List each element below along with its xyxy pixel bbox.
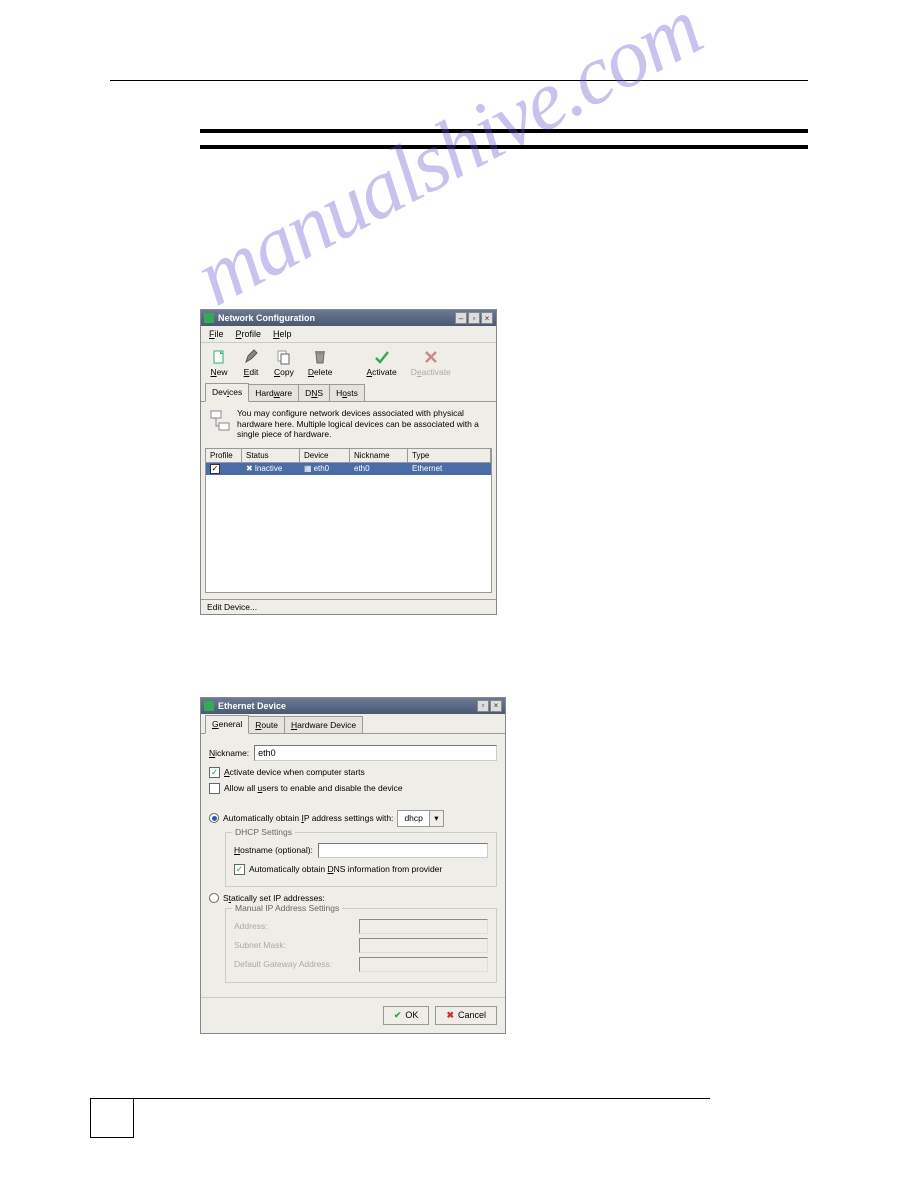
auto-ip-label: Automatically obtain IP address settings… xyxy=(223,813,393,823)
subnet-input xyxy=(359,938,488,953)
auto-ip-radio[interactable] xyxy=(209,813,219,823)
app-icon-2 xyxy=(204,701,214,711)
device-table: Profile Status Device Nickname Type ✓ ✖I… xyxy=(205,448,492,593)
nic-icon: ▦ xyxy=(304,464,312,473)
cancel-icon: ✖ xyxy=(446,1010,454,1021)
td-type: Ethernet xyxy=(408,463,491,474)
watermark: manualshive.com xyxy=(180,0,716,326)
activate-button[interactable]: Activate xyxy=(363,347,399,378)
window-title: Network Configuration xyxy=(218,313,455,323)
menubar: File Profile Help xyxy=(201,326,496,343)
tab-hardware-device[interactable]: Hardware Device xyxy=(284,716,363,733)
footer xyxy=(90,1098,710,1138)
thick-rule-2 xyxy=(200,145,808,149)
nickname-label: Nickname: xyxy=(209,748,249,758)
allow-users-checkbox[interactable] xyxy=(209,783,220,794)
window-title-2: Ethernet Device xyxy=(218,701,477,711)
button-row: ✔ OK ✖ Cancel xyxy=(201,997,505,1033)
td-status: ✖Inactive xyxy=(242,463,300,474)
titlebar[interactable]: Network Configuration – ▫ × xyxy=(201,310,496,326)
minimize-button[interactable]: – xyxy=(455,312,467,324)
th-type[interactable]: Type xyxy=(408,449,491,462)
td-nickname: eth0 xyxy=(350,463,408,474)
delete-button[interactable]: Delete xyxy=(305,347,336,378)
static-ip-label: Statically set IP addresses: xyxy=(223,893,325,903)
address-label: Address: xyxy=(234,921,354,931)
deactivate-icon xyxy=(422,348,440,366)
hostname-label: Hostname (optional): xyxy=(234,845,313,855)
tab-row: Devices Hardware DNS Hosts xyxy=(201,382,496,402)
menu-file[interactable]: File xyxy=(209,329,224,339)
top-rule xyxy=(110,80,808,81)
app-icon xyxy=(204,313,214,323)
table-row[interactable]: ✓ ✖Inactive ▦eth0 eth0 Ethernet xyxy=(206,463,491,475)
network-config-window: Network Configuration – ▫ × File Profile… xyxy=(200,309,497,615)
table-header: Profile Status Device Nickname Type xyxy=(206,449,491,463)
auto-dns-checkbox[interactable]: ✓ xyxy=(234,864,245,875)
dhcp-fieldset: DHCP Settings Hostname (optional): ✓ Aut… xyxy=(225,832,497,887)
td-device: ▦eth0 xyxy=(300,463,350,474)
status-icon: ✖ xyxy=(246,464,253,473)
maximize-button-2[interactable]: ▫ xyxy=(477,700,489,712)
page-number-box xyxy=(90,1098,134,1138)
copy-icon xyxy=(275,348,293,366)
subnet-label: Subnet Mask: xyxy=(234,940,354,950)
statusbar: Edit Device... xyxy=(201,599,496,614)
deactivate-button: Deactivate xyxy=(408,347,454,378)
cancel-button[interactable]: ✖ Cancel xyxy=(435,1006,497,1025)
allow-users-label: Allow all users to enable and disable th… xyxy=(224,783,403,793)
auto-dns-label: Automatically obtain DNS information fro… xyxy=(249,864,442,874)
gateway-label: Default Gateway Address: xyxy=(234,959,354,969)
th-status[interactable]: Status xyxy=(242,449,300,462)
manual-legend: Manual IP Address Settings xyxy=(232,903,342,913)
tab-row-2: General Route Hardware Device xyxy=(201,714,505,734)
menu-profile[interactable]: Profile xyxy=(236,329,262,339)
dhcp-value: dhcp xyxy=(398,813,428,823)
tab-route[interactable]: Route xyxy=(248,716,285,733)
activate-checkbox[interactable]: ✓ xyxy=(209,767,220,778)
ok-icon: ✔ xyxy=(394,1010,402,1021)
ok-button[interactable]: ✔ OK xyxy=(383,1006,430,1025)
address-input xyxy=(359,919,488,934)
titlebar-2[interactable]: Ethernet Device ▫ × xyxy=(201,698,505,714)
devices-icon xyxy=(209,408,231,436)
copy-button[interactable]: Copy xyxy=(271,347,297,378)
tab-dns[interactable]: DNS xyxy=(298,384,330,401)
nickname-input[interactable] xyxy=(254,745,497,761)
delete-icon xyxy=(311,348,329,366)
thick-rule-1 xyxy=(200,129,808,133)
hostname-input[interactable] xyxy=(318,843,488,858)
dhcp-legend: DHCP Settings xyxy=(232,827,295,837)
maximize-button[interactable]: ▫ xyxy=(468,312,480,324)
menu-file-rest: ile xyxy=(215,329,224,339)
manual-ip-fieldset: Manual IP Address Settings Address: Subn… xyxy=(225,908,497,983)
footer-rule xyxy=(90,1098,710,1099)
edit-icon xyxy=(242,348,260,366)
close-button[interactable]: × xyxy=(481,312,493,324)
tab-hardware[interactable]: Hardware xyxy=(248,384,299,401)
td-profile: ✓ xyxy=(206,463,242,475)
tab-devices[interactable]: Devices xyxy=(205,383,249,402)
edit-button[interactable]: Edit xyxy=(239,347,263,378)
tab-hosts[interactable]: Hosts xyxy=(329,384,365,401)
activate-label: Activate device when computer starts xyxy=(224,767,365,777)
toolbar: New Edit Copy Delete Activate Deactiva xyxy=(201,343,496,382)
tab-general[interactable]: General xyxy=(205,715,249,734)
profile-checkbox[interactable]: ✓ xyxy=(210,464,220,474)
gateway-input xyxy=(359,957,488,972)
info-box: You may configure network devices associ… xyxy=(201,402,496,448)
ethernet-device-window: Ethernet Device ▫ × General Route Hardwa… xyxy=(200,697,506,1034)
th-nickname[interactable]: Nickname xyxy=(350,449,408,462)
activate-icon xyxy=(373,348,391,366)
chevron-down-icon: ▾ xyxy=(429,811,443,826)
dhcp-dropdown[interactable]: dhcp ▾ xyxy=(397,810,443,827)
static-ip-radio[interactable] xyxy=(209,893,219,903)
menu-help[interactable]: Help xyxy=(273,329,292,339)
new-icon xyxy=(210,348,228,366)
th-device[interactable]: Device xyxy=(300,449,350,462)
close-button-2[interactable]: × xyxy=(490,700,502,712)
info-text: You may configure network devices associ… xyxy=(237,408,488,440)
new-button[interactable]: New xyxy=(207,347,231,378)
th-profile[interactable]: Profile xyxy=(206,449,242,462)
